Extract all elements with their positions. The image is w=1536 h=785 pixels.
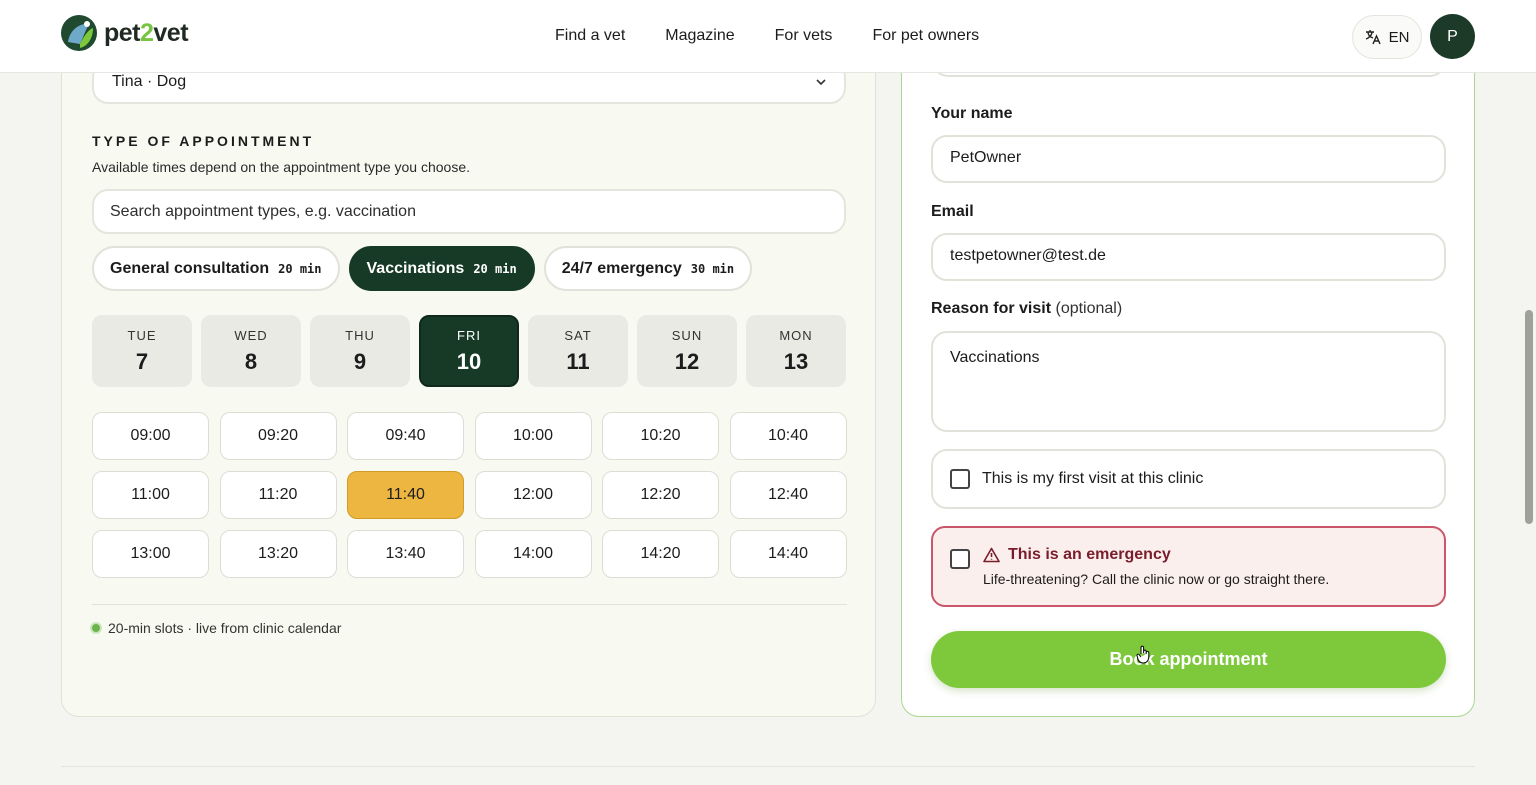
live-calendar-note: 20-min slots · live from clinic calendar	[90, 620, 341, 636]
hand-cursor-icon	[1136, 645, 1150, 664]
section-title-type: TYPE OF APPOINTMENT	[92, 133, 315, 149]
time-slot[interactable]: 14:00	[474, 530, 592, 578]
email-input[interactable]: testpetowner@test.de	[931, 233, 1446, 281]
time-slot[interactable]: 10:40	[729, 412, 847, 460]
appointment-type-chips: General consultation 20 min Vaccinations…	[92, 246, 753, 291]
day-picker: TUE 7 WED 8 THU 9 FRI 10 SAT 11 SUN 12 MON 13	[92, 315, 846, 387]
day-name: TUE	[127, 327, 157, 343]
day-tue[interactable]: TUE 7	[92, 315, 192, 387]
reason-textarea[interactable]: Vaccinations	[931, 331, 1446, 432]
warning-icon	[983, 547, 1000, 563]
day-number: 13	[783, 348, 809, 374]
time-slot[interactable]: 12:00	[474, 471, 592, 519]
time-slot[interactable]: 12:20	[602, 471, 719, 519]
emergency-checkbox[interactable]	[950, 549, 970, 569]
day-number: 12	[674, 348, 700, 374]
day-number: 9	[353, 348, 367, 374]
day-number: 8	[244, 348, 258, 374]
time-slot[interactable]: 09:00	[92, 412, 209, 460]
day-name: SAT	[564, 327, 592, 343]
day-number: 10	[456, 348, 482, 374]
day-sat[interactable]: SAT 11	[528, 315, 628, 387]
reason-label: Reason for visit (optional)	[931, 300, 1122, 318]
first-visit-checkbox-row[interactable]: This is my first visit at this clinic	[931, 449, 1446, 509]
day-mon[interactable]: MON 13	[746, 315, 846, 387]
day-name: WED	[234, 327, 268, 343]
user-avatar[interactable]: P	[1430, 14, 1475, 59]
reason-label-text: Reason for visit	[931, 300, 1052, 317]
divider	[92, 604, 847, 605]
translate-icon	[1365, 30, 1381, 45]
day-number: 7	[135, 348, 149, 374]
appointment-type-search-input[interactable]	[92, 189, 846, 234]
booking-form-panel: Your name PetOwner Email testpetowner@te…	[901, 31, 1475, 717]
day-fri[interactable]: FRI 10	[419, 315, 519, 387]
pet2vet-logo[interactable]: pet2vet	[60, 14, 189, 52]
name-label: Your name	[931, 105, 1013, 122]
time-slot[interactable]: 10:00	[474, 412, 592, 460]
chip-label: 24/7 emergency	[561, 259, 682, 277]
day-name: FRI	[457, 327, 481, 343]
time-slot[interactable]: 10:20	[602, 412, 719, 460]
day-thu[interactable]: THU 9	[310, 315, 410, 387]
book-appointment-button[interactable]: Book appointment	[931, 631, 1446, 688]
top-header: pet2vet Find a vet Magazine For vets For…	[0, 0, 1536, 73]
logo-mark-icon	[61, 15, 97, 51]
day-number: 11	[566, 348, 590, 374]
emergency-checkbox-row[interactable]: This is an emergency Life-threatening? C…	[931, 526, 1446, 607]
reason-optional-hint: (optional)	[1055, 300, 1123, 317]
page-scrollbar[interactable]	[1525, 310, 1533, 524]
nav-magazine[interactable]: Magazine	[665, 27, 734, 45]
time-slot-grid: 09:00 09:20 09:40 10:00 10:20 10:40 11:0…	[92, 412, 847, 578]
day-sun[interactable]: SUN 12	[637, 315, 737, 387]
chip-duration: 20 min	[278, 261, 322, 276]
pet-select-value: Tina · Dog	[112, 73, 187, 90]
chip-general-consultation[interactable]: General consultation 20 min	[92, 246, 340, 291]
language-label: EN	[1388, 28, 1410, 46]
nav-find-a-vet[interactable]: Find a vet	[555, 27, 625, 45]
live-note-text: 20-min slots · live from clinic calendar	[108, 620, 342, 636]
time-slot[interactable]: 13:20	[219, 530, 337, 578]
time-slot[interactable]: 12:40	[729, 471, 847, 519]
section-subtitle-type: Available times depend on the appointmen…	[92, 159, 470, 175]
day-name: MON	[779, 327, 813, 343]
nav-for-vets[interactable]: For vets	[775, 27, 833, 45]
day-name: THU	[345, 327, 375, 343]
time-slot[interactable]: 11:20	[219, 471, 337, 519]
time-slot[interactable]: 14:40	[729, 530, 847, 578]
emergency-subtitle: Life-threatening? Call the clinic now or…	[983, 571, 1330, 587]
appointment-selection-panel: Tina · Dog TYPE OF APPOINTMENT Available…	[61, 40, 876, 717]
time-slot[interactable]: 09:40	[347, 412, 464, 460]
name-input[interactable]: PetOwner	[931, 135, 1446, 183]
language-button[interactable]: EN	[1352, 15, 1422, 59]
logo-text: pet2vet	[104, 18, 189, 47]
chevron-down-icon	[816, 79, 826, 86]
time-slot-selected[interactable]: 11:40	[347, 471, 464, 519]
email-label: Email	[931, 203, 974, 220]
chip-label: Vaccinations	[366, 259, 465, 277]
emergency-title: This is an emergency	[983, 546, 1171, 564]
day-wed[interactable]: WED 8	[201, 315, 301, 387]
chip-emergency[interactable]: 24/7 emergency 30 min	[543, 246, 753, 291]
time-slot[interactable]: 11:00	[92, 471, 209, 519]
chip-duration: 30 min	[690, 261, 735, 276]
day-name: SUN	[671, 327, 703, 343]
time-slot[interactable]: 09:20	[219, 412, 337, 460]
chip-duration: 20 min	[473, 261, 517, 276]
time-slot[interactable]: 13:40	[347, 530, 464, 578]
live-status-dot-icon	[90, 622, 102, 634]
footer-divider	[61, 766, 1475, 767]
nav-for-pet-owners[interactable]: For pet owners	[872, 27, 979, 45]
chip-vaccinations[interactable]: Vaccinations 20 min	[348, 246, 535, 291]
emergency-title-text: This is an emergency	[1008, 546, 1171, 563]
time-slot[interactable]: 13:00	[92, 530, 209, 578]
first-visit-checkbox[interactable]	[950, 469, 970, 489]
time-slot[interactable]: 14:20	[602, 530, 719, 578]
main-nav: Find a vet Magazine For vets For pet own…	[555, 27, 979, 45]
first-visit-label: This is my first visit at this clinic	[982, 470, 1204, 487]
chip-label: General consultation	[110, 259, 270, 277]
